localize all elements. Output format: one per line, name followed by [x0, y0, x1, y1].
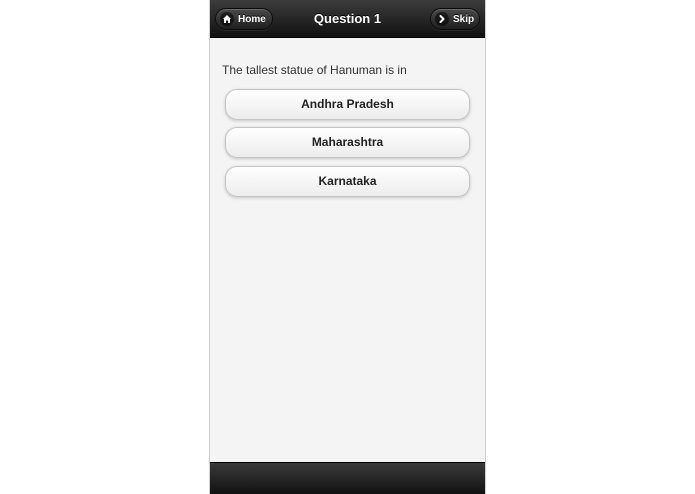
app-screen: Home Question 1 Skip The tallest statue … [209, 0, 486, 494]
chevron-right-icon [435, 12, 449, 26]
question-text: The tallest statue of Hanuman is in [222, 63, 407, 77]
question-content: The tallest statue of Hanuman is in Andh… [210, 38, 485, 462]
answer-option-karnataka[interactable]: Karnataka [225, 166, 470, 197]
answer-option-andhra-pradesh[interactable]: Andhra Pradesh [225, 89, 470, 120]
footer-bar [210, 462, 485, 494]
chevron-right-icon-svg [439, 15, 445, 23]
header-bar: Home Question 1 Skip [210, 0, 485, 38]
skip-button-label: Skip [453, 14, 475, 25]
skip-button[interactable]: Skip [430, 8, 480, 30]
answer-option-maharashtra[interactable]: Maharashtra [225, 127, 470, 158]
